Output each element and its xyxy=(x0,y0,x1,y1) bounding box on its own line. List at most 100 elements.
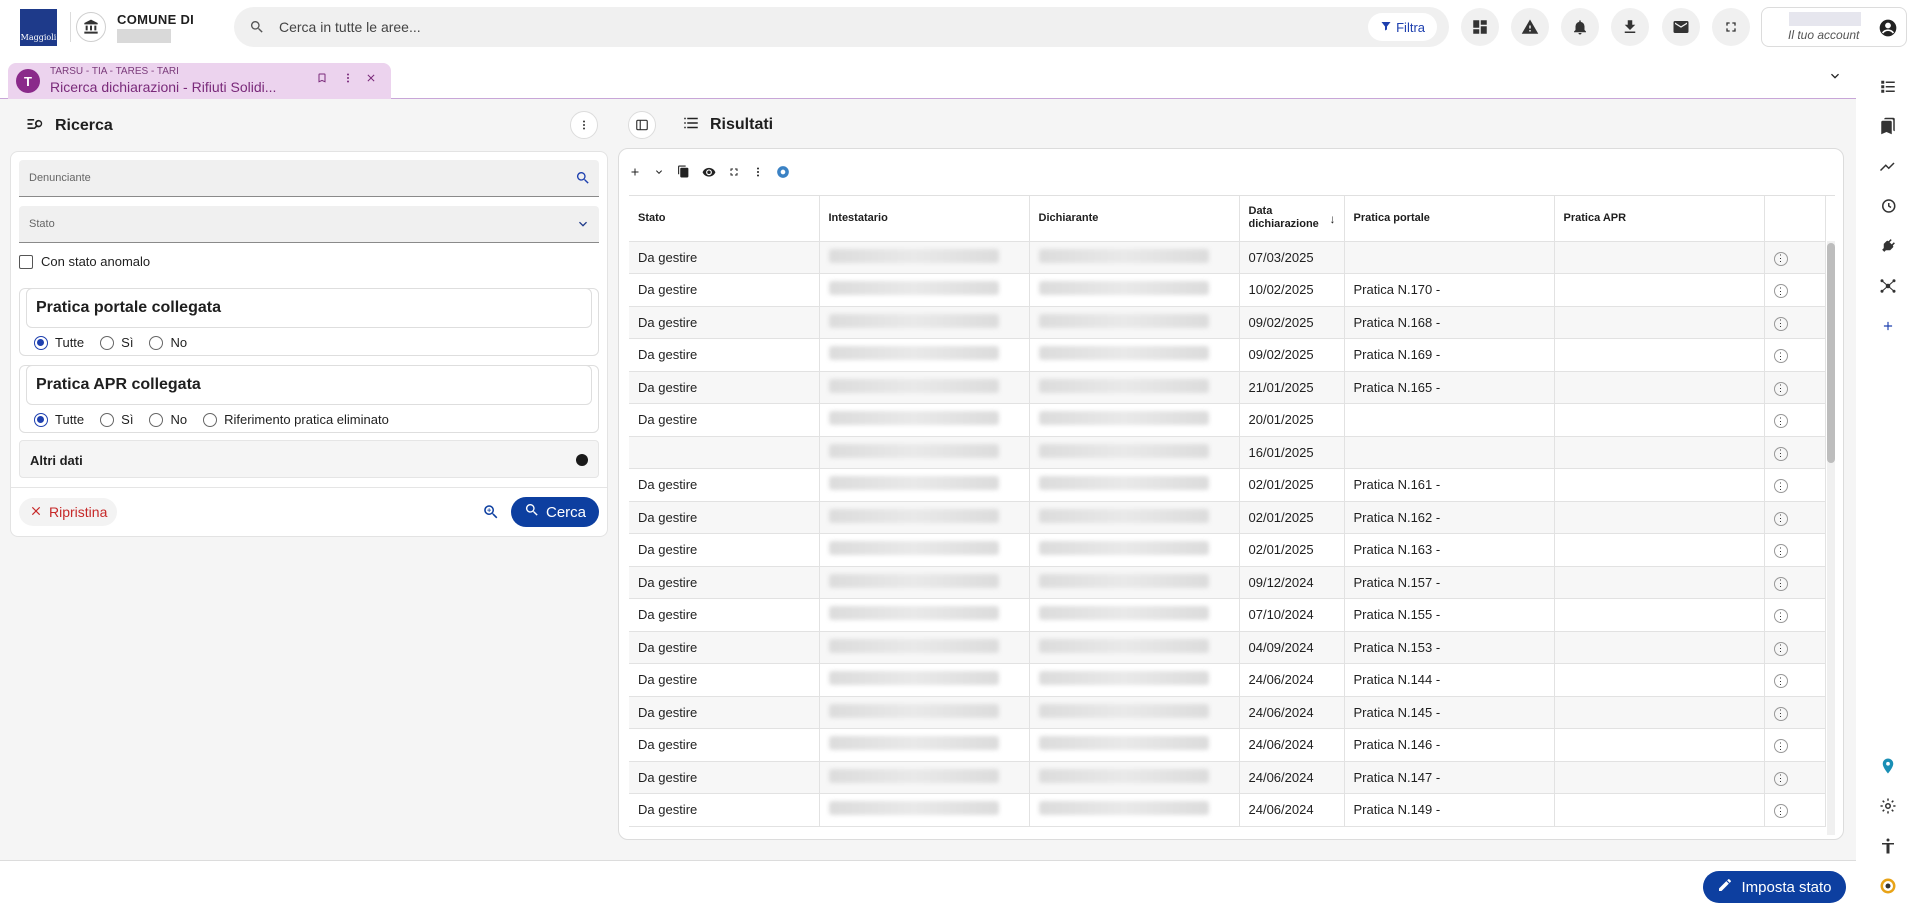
table-row[interactable]: Da gestire 24/06/2024 Pratica N.146 - ⋮ xyxy=(629,728,1826,762)
search-icon[interactable] xyxy=(575,170,591,189)
download-icon[interactable] xyxy=(1611,8,1649,46)
row-menu-icon[interactable]: ⋮ xyxy=(1773,414,1788,428)
settings-gear-icon[interactable] xyxy=(1878,796,1898,816)
account-button[interactable]: Il tuo account xyxy=(1761,7,1907,47)
ripristina-button[interactable]: Ripristina xyxy=(19,498,118,526)
radio-button[interactable] xyxy=(34,412,48,427)
radio-button[interactable] xyxy=(100,412,115,427)
copy-icon[interactable] xyxy=(677,165,690,181)
help-lifebuoy-icon[interactable] xyxy=(1878,876,1898,896)
apr-radio-tutte[interactable]: Tutte xyxy=(34,412,84,427)
table-row[interactable]: Da gestire 02/01/2025 Pratica N.161 - ⋮ xyxy=(629,468,1826,502)
row-menu-icon[interactable]: ⋮ xyxy=(1773,511,1788,526)
table-row[interactable]: Da gestire 20/01/2025 ⋮ xyxy=(629,403,1826,437)
cell-actions[interactable]: ⋮ xyxy=(1764,371,1826,404)
network-icon[interactable] xyxy=(1878,276,1898,296)
row-menu-icon[interactable]: ⋮ xyxy=(1773,641,1788,656)
list-view-icon[interactable] xyxy=(1878,76,1898,96)
table-row[interactable]: Da gestire 09/12/2024 Pratica N.157 - ⋮ xyxy=(629,566,1826,599)
chevron-down-icon[interactable] xyxy=(1827,68,1843,87)
cell-actions[interactable]: ⋮ xyxy=(1764,403,1826,437)
row-menu-icon[interactable]: ⋮ xyxy=(1773,381,1788,396)
column-header-dichiarante[interactable]: Dichiarante xyxy=(1029,196,1240,242)
close-tab-icon[interactable] xyxy=(365,72,377,87)
row-menu-icon[interactable]: ⋮ xyxy=(1773,674,1788,688)
radio-button[interactable] xyxy=(149,335,164,350)
apr-radio-eliminato[interactable]: Riferimento pratica eliminato xyxy=(203,412,389,427)
cell-actions[interactable]: ⋮ xyxy=(1764,436,1826,469)
bookmark-icon[interactable] xyxy=(316,72,328,87)
table-row[interactable]: Da gestire 04/09/2024 Pratica N.153 - ⋮ xyxy=(629,631,1826,664)
cell-actions[interactable]: ⋮ xyxy=(1764,338,1826,372)
history-icon[interactable] xyxy=(1878,196,1898,216)
chevron-down-icon[interactable] xyxy=(653,166,665,181)
table-row[interactable]: Da gestire 10/02/2025 Pratica N.170 - ⋮ xyxy=(629,273,1826,307)
tab-menu-icon[interactable] xyxy=(342,72,354,87)
scrollbar-thumb[interactable] xyxy=(1827,243,1835,463)
search-panel-menu-icon[interactable] xyxy=(570,111,598,139)
fullscreen-icon[interactable] xyxy=(728,166,740,181)
plugin-icon[interactable] xyxy=(1878,236,1898,256)
more-vert-icon[interactable] xyxy=(752,166,764,181)
table-row[interactable]: Da gestire 21/01/2025 Pratica N.165 - ⋮ xyxy=(629,371,1826,404)
radio-button[interactable] xyxy=(34,335,48,350)
column-header-pratica-portale[interactable]: Pratica portale xyxy=(1344,196,1555,242)
row-menu-icon[interactable]: ⋮ xyxy=(1773,706,1788,721)
mail-icon[interactable] xyxy=(1662,8,1700,46)
radio-button[interactable] xyxy=(203,412,218,427)
portale-radio-no[interactable]: No xyxy=(149,335,187,350)
row-menu-icon[interactable]: ⋮ xyxy=(1773,349,1788,363)
global-search-input[interactable]: Cerca in tutte le aree... xyxy=(279,19,421,35)
accessibility-icon[interactable] xyxy=(1878,836,1898,856)
cell-actions[interactable]: ⋮ xyxy=(1764,241,1826,274)
row-menu-icon[interactable]: ⋮ xyxy=(1773,544,1788,558)
bell-icon[interactable] xyxy=(1561,8,1599,46)
stato-select[interactable]: Stato xyxy=(19,206,599,243)
info-badge-icon[interactable] xyxy=(776,165,790,182)
cell-actions[interactable]: ⋮ xyxy=(1764,793,1826,827)
cell-actions[interactable]: ⋮ xyxy=(1764,631,1826,664)
add-icon[interactable] xyxy=(629,166,641,181)
radio-button[interactable] xyxy=(149,412,164,427)
cell-actions[interactable]: ⋮ xyxy=(1764,566,1826,599)
cell-actions[interactable]: ⋮ xyxy=(1764,728,1826,762)
tab-ricerca-dichiarazioni[interactable]: T TARSU - TIA - TARES - TARI Ricerca dic… xyxy=(8,63,391,99)
portale-radio-si[interactable]: Sì xyxy=(100,335,133,350)
row-menu-icon[interactable]: ⋮ xyxy=(1773,576,1788,591)
table-row[interactable]: Da gestire 09/02/2025 Pratica N.168 - ⋮ xyxy=(629,306,1826,339)
apr-radio-si[interactable]: Sì xyxy=(100,412,133,427)
toggle-sidebar-icon[interactable] xyxy=(628,111,656,139)
row-menu-icon[interactable]: ⋮ xyxy=(1773,739,1788,753)
filter-button[interactable]: Filtra xyxy=(1368,13,1437,41)
portale-radio-tutte[interactable]: Tutte xyxy=(34,335,84,350)
table-row[interactable]: Da gestire 07/10/2024 Pratica N.155 - ⋮ xyxy=(629,598,1826,632)
bookmarks-icon[interactable] xyxy=(1878,116,1898,136)
add-icon[interactable] xyxy=(1878,316,1898,336)
column-header-data[interactable]: Data dichiarazione ↓ xyxy=(1239,196,1345,242)
global-search-bar[interactable]: Cerca in tutte le aree... Filtra xyxy=(234,7,1449,47)
radio-button[interactable] xyxy=(100,335,115,350)
cell-actions[interactable]: ⋮ xyxy=(1764,696,1826,729)
table-row[interactable]: Da gestire 09/02/2025 Pratica N.169 - ⋮ xyxy=(629,338,1826,372)
cerca-button[interactable]: Cerca xyxy=(511,497,599,527)
municipality-icon[interactable] xyxy=(76,12,106,42)
row-menu-icon[interactable]: ⋮ xyxy=(1773,284,1788,298)
fullscreen-icon[interactable] xyxy=(1712,8,1750,46)
cell-actions[interactable]: ⋮ xyxy=(1764,598,1826,632)
row-menu-icon[interactable]: ⋮ xyxy=(1773,446,1788,461)
row-menu-icon[interactable]: ⋮ xyxy=(1773,609,1788,623)
warning-icon[interactable] xyxy=(1511,8,1549,46)
table-row[interactable]: Da gestire 24/06/2024 Pratica N.144 - ⋮ xyxy=(629,663,1826,697)
table-row[interactable]: Da gestire 24/06/2024 Pratica N.145 - ⋮ xyxy=(629,696,1826,729)
location-pin-icon[interactable] xyxy=(1878,756,1898,776)
row-menu-icon[interactable]: ⋮ xyxy=(1773,316,1788,331)
imposta-stato-button[interactable]: Imposta stato xyxy=(1703,871,1846,903)
table-row[interactable]: Da gestire 02/01/2025 Pratica N.162 - ⋮ xyxy=(629,501,1826,534)
eye-icon[interactable] xyxy=(702,165,716,182)
row-menu-icon[interactable]: ⋮ xyxy=(1773,479,1788,493)
table-row[interactable]: 16/01/2025 ⋮ xyxy=(629,436,1826,469)
row-menu-icon[interactable]: ⋮ xyxy=(1773,251,1788,266)
dashboard-icon[interactable] xyxy=(1461,8,1499,46)
column-header-intestatario[interactable]: Intestatario xyxy=(819,196,1030,242)
anomalo-checkbox[interactable] xyxy=(19,254,33,269)
